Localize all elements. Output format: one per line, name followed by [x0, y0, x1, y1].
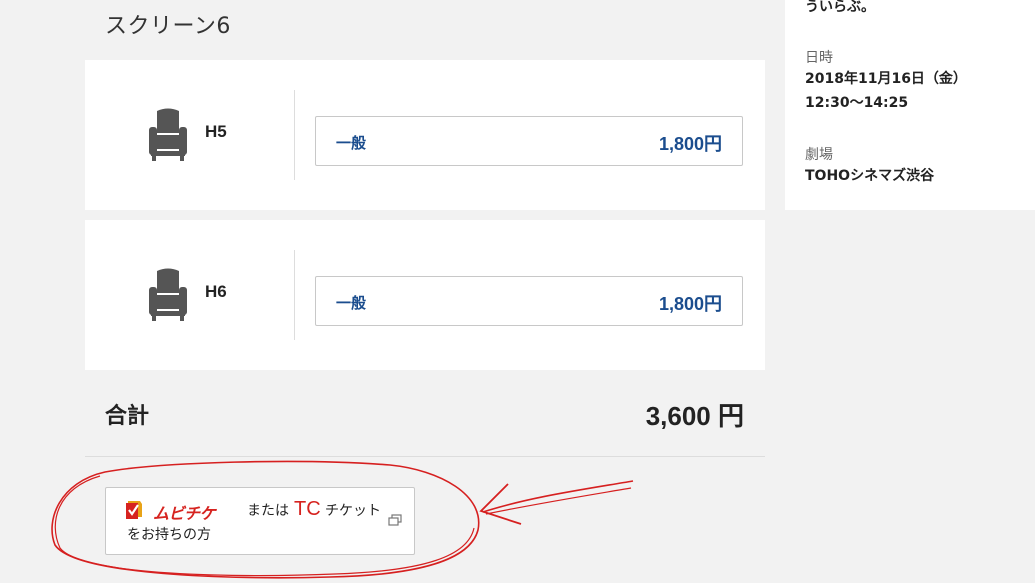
theater-name: TOHOシネマズ渋谷: [805, 168, 935, 184]
seat-card: H5 一般 1,800円: [85, 60, 765, 210]
ticket-type-label: 一般: [336, 134, 367, 152]
divider: [294, 90, 295, 180]
ticket-price: 1,800円: [658, 294, 722, 314]
seat-icon: [149, 268, 187, 321]
ticket-text: チケット: [325, 503, 381, 519]
screen-title: スクリーン6: [105, 14, 231, 39]
divider: [85, 456, 765, 457]
datetime-label: 日時: [805, 50, 833, 66]
seat-card: H6 一般 1,800円: [85, 220, 765, 370]
ticket-type-select[interactable]: 一般 1,800円: [315, 276, 743, 326]
ticket-price: 1,800円: [658, 134, 722, 154]
mubichike-wordmark: ムビチケ: [153, 504, 216, 523]
ticket-type-label: 一般: [336, 294, 367, 312]
seat-number: H6: [205, 282, 227, 301]
show-date: 2018年11月16日（金）: [805, 71, 967, 87]
order-summary-panel: ういらぶ。 日時 2018年11月16日（金） 12:30〜14:25 劇場 T…: [785, 0, 1035, 210]
total-amount: 3,600 円: [645, 401, 744, 431]
svg-text:TC: TC: [294, 498, 321, 519]
mubichike-ticket-button[interactable]: ムビチケ または TC チケット をお持ちの方: [105, 487, 415, 555]
mubichike-logo-icon: [126, 501, 142, 519]
movie-title: ういらぶ。: [805, 0, 875, 15]
show-time: 12:30〜14:25: [805, 95, 909, 111]
seat-number: H5: [205, 122, 227, 141]
total-label: 合計: [105, 404, 150, 429]
ticket-type-select[interactable]: 一般 1,800円: [315, 116, 743, 166]
tc-logo: TC: [294, 498, 321, 519]
or-text: または: [247, 503, 289, 519]
theater-label: 劇場: [805, 147, 833, 163]
external-link-icon: [388, 514, 402, 526]
holder-text: をお持ちの方: [127, 527, 211, 543]
divider: [294, 250, 295, 340]
seat-icon: [149, 108, 187, 161]
